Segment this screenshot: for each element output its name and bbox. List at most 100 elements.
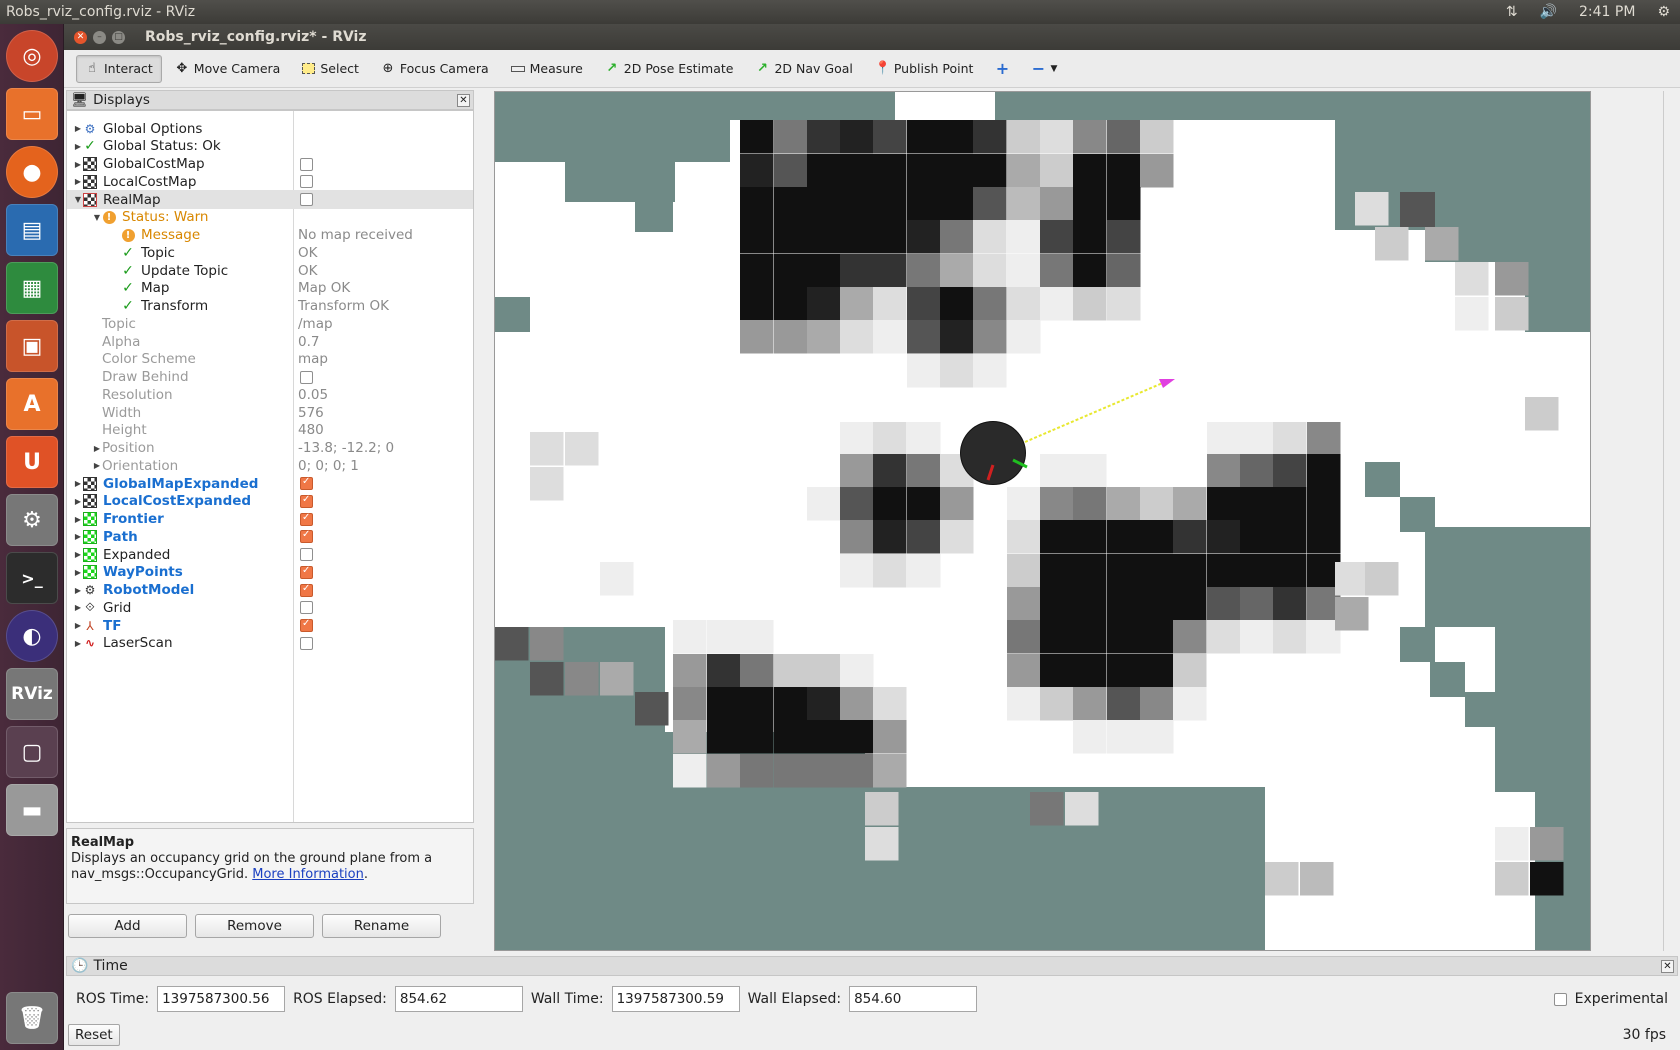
enable-checkbox[interactable]	[300, 565, 313, 579]
trash-icon[interactable]: 🗑	[6, 992, 58, 1044]
tree-value[interactable]: OK	[298, 245, 317, 261]
experimental-toggle[interactable]: Experimental	[1553, 991, 1668, 1007]
tree-row-status-transform[interactable]: ✓ Transform Transform OK	[67, 297, 473, 316]
close-window-button[interactable]: ✕	[74, 30, 87, 44]
tree-row-status-map[interactable]: ✓ Map Map OK	[67, 279, 473, 298]
view-scrollbar[interactable]	[1663, 91, 1675, 951]
select-tool[interactable]: Select	[293, 55, 368, 83]
measure-tool[interactable]: Measure	[502, 55, 592, 83]
calc-icon[interactable]: ▦	[6, 262, 58, 314]
tree-row-globalmapexpanded[interactable]: ▶ GlobalMapExpanded	[67, 474, 473, 493]
volume-icon[interactable]: 🔊	[1540, 4, 1557, 20]
2d-pose-estimate-tool[interactable]: ↗ 2D Pose Estimate	[596, 55, 743, 83]
expand-down-icon[interactable]: ▼	[92, 213, 102, 222]
tree-row-localcostmap[interactable]: ▶ LocalCostMap	[67, 172, 473, 191]
tree-row-prop-topic[interactable]: Topic/map	[67, 314, 473, 333]
expand-right-icon[interactable]: ▶	[73, 479, 83, 488]
close-time-panel-icon[interactable]: ✕	[1661, 959, 1674, 973]
expand-right-icon[interactable]: ▶	[73, 160, 83, 169]
tree-row-prop-width[interactable]: Width 576	[67, 403, 473, 422]
more-information-link[interactable]: More Information	[252, 867, 364, 882]
enable-checkbox[interactable]	[300, 370, 313, 384]
expand-right-icon[interactable]: ▶	[73, 550, 83, 559]
tree-row-realmap-status[interactable]: ▼! Status: Warn	[67, 208, 473, 227]
tree-row-localcostexpanded[interactable]: ▶ LocalCostExpanded	[67, 492, 473, 511]
writer-icon[interactable]: ▤	[6, 204, 58, 256]
expand-right-icon[interactable]: ▶	[73, 586, 83, 595]
3d-view-canvas[interactable]	[494, 91, 1591, 951]
tree-value[interactable]: No map received	[298, 227, 413, 243]
tree-value[interactable]: OK	[298, 263, 317, 279]
tree-value[interactable]: 576	[298, 405, 324, 421]
rename-button[interactable]: Rename	[322, 914, 441, 938]
tree-row-status-topic[interactable]: ✓ Topic OK	[67, 243, 473, 262]
enable-checkbox[interactable]	[300, 193, 313, 206]
expand-right-icon[interactable]: ▶	[73, 515, 83, 524]
tree-row-prop-height[interactable]: Height 480	[67, 421, 473, 440]
close-panel-icon[interactable]: ✕	[457, 93, 470, 107]
tree-row-prop-resolution[interactable]: Resolution 0.05	[67, 385, 473, 404]
ubuntu-one-icon[interactable]: U	[6, 436, 58, 488]
files-icon[interactable]: ▭	[6, 88, 58, 140]
enable-checkbox[interactable]	[300, 618, 313, 632]
tree-row-prop-color-scheme[interactable]: Color Scheme map	[67, 350, 473, 369]
expand-right-icon[interactable]: ▶	[73, 124, 83, 133]
experimental-checkbox[interactable]	[1553, 992, 1567, 1006]
enable-checkbox[interactable]	[300, 494, 313, 508]
tree-value[interactable]: 0; 0; 0; 1	[298, 458, 359, 474]
add-button[interactable]: Add	[68, 914, 187, 938]
expand-right-icon[interactable]: ▶	[73, 142, 83, 151]
tree-row-global-status[interactable]: ▶ ✓ Global Status: Ok	[67, 137, 473, 156]
eclipse-icon[interactable]: ◐	[6, 610, 58, 662]
expand-down-icon[interactable]: ▼	[73, 195, 83, 204]
tree-row-prop-draw-behind[interactable]: Draw Behind	[67, 368, 473, 387]
expand-right-icon[interactable]: ▶	[92, 444, 102, 453]
enable-checkbox[interactable]	[300, 548, 313, 561]
enable-checkbox[interactable]	[300, 175, 313, 189]
workspace-switcher-icon[interactable]: ▢	[6, 726, 58, 778]
tree-row-grid[interactable]: ▶ ⟐ Grid	[67, 598, 473, 617]
gear-icon[interactable]: ⚙	[1657, 4, 1670, 20]
tree-row-prop-alpha[interactable]: Alpha 0.7	[67, 332, 473, 351]
tree-value[interactable]: map	[298, 351, 328, 367]
enable-checkbox[interactable]	[300, 583, 313, 597]
expand-right-icon[interactable]: ▶	[73, 532, 83, 541]
expand-right-icon[interactable]: ▶	[73, 568, 83, 577]
network-icon[interactable]: ⇅	[1506, 4, 1518, 20]
enable-checkbox[interactable]	[300, 636, 313, 650]
expand-right-icon[interactable]: ▶	[73, 639, 83, 648]
remove-button[interactable]: Remove	[195, 914, 314, 938]
tree-row-robotmodel[interactable]: ▶ ⚙ RobotModel	[67, 581, 473, 600]
tree-value[interactable]: 480	[298, 422, 324, 438]
expand-right-icon[interactable]: ▶	[73, 621, 83, 630]
ros-time-field[interactable]: 1397587300.56	[157, 986, 286, 1012]
firefox-icon[interactable]: ●	[6, 146, 58, 198]
tree-row-waypoints[interactable]: ▶ WayPoints	[67, 563, 473, 582]
move-camera-tool[interactable]: ✥ Move Camera	[166, 55, 290, 83]
tree-value[interactable]: 0.05	[298, 387, 328, 403]
tree-row-frontier[interactable]: ▶ Frontier	[67, 510, 473, 529]
enable-checkbox[interactable]	[300, 476, 313, 490]
tree-row-status-update-topic[interactable]: ✓ Update Topic OK	[67, 261, 473, 280]
tree-row-globalcostmap[interactable]: ▶ GlobalCostMap	[67, 155, 473, 174]
tree-value[interactable]: -13.8; -12.2; 0	[298, 440, 394, 456]
expand-right-icon[interactable]: ▶	[92, 461, 102, 470]
enable-checkbox[interactable]	[300, 601, 313, 615]
tree-value[interactable]: Map OK	[298, 280, 350, 296]
expand-right-icon[interactable]: ▶	[73, 603, 83, 612]
focus-camera-tool[interactable]: ⊕ Focus Camera	[372, 55, 498, 83]
ros-elapsed-field[interactable]: 854.62	[394, 986, 523, 1012]
remove-tool-button[interactable]: − ▼	[1022, 55, 1066, 83]
ubuntu-dash-icon[interactable]: ◎	[6, 30, 58, 82]
2d-nav-goal-tool[interactable]: ↗ 2D Nav Goal	[746, 55, 861, 83]
tree-row-prop-orientation[interactable]: ▶ Orientation 0; 0; 0; 1	[67, 456, 473, 475]
tree-row-status-message[interactable]: ! Message No map received	[67, 226, 473, 245]
tree-row-tf[interactable]: ▶ ⅄ TF	[67, 616, 473, 635]
tree-value[interactable]: /map	[298, 316, 333, 332]
reset-button[interactable]: Reset	[68, 1024, 120, 1046]
publish-point-tool[interactable]: 📍 Publish Point	[866, 55, 983, 83]
tree-value[interactable]: Transform OK	[298, 298, 389, 314]
tree-row-path[interactable]: ▶ Path	[67, 527, 473, 546]
add-tool-button[interactable]: +	[986, 55, 1018, 83]
rviz-icon[interactable]: RViz	[6, 668, 58, 720]
